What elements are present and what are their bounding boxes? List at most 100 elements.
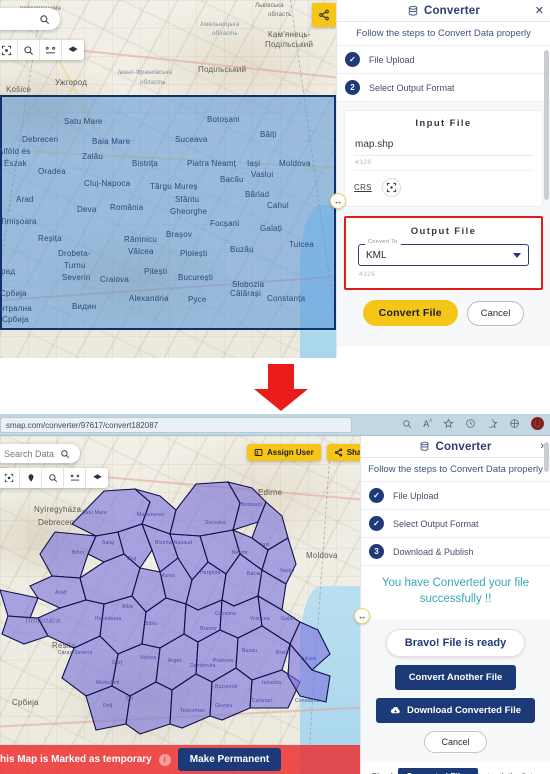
map-toolbar[interactable] bbox=[0, 40, 84, 60]
map-label: Észak bbox=[4, 159, 27, 168]
converter-header-bottom: Converter › bbox=[361, 436, 550, 458]
download-converted-file-button[interactable]: Download Converted File bbox=[375, 698, 535, 724]
download-actions: Bravo! File is ready Convert Another Fil… bbox=[361, 619, 550, 763]
map-toolbar-bottom[interactable] bbox=[0, 468, 108, 488]
map-label: Cluj-Napoca bbox=[84, 179, 131, 188]
step-label: File Upload bbox=[393, 490, 439, 501]
panel-resize-handle-bottom[interactable]: ↔ bbox=[354, 608, 370, 624]
cancel-button-bottom[interactable]: Cancel bbox=[424, 731, 487, 754]
zoom-icon[interactable] bbox=[402, 419, 412, 429]
map-label: Русе bbox=[188, 295, 207, 304]
extensions-icon[interactable] bbox=[509, 418, 520, 429]
search-icon[interactable] bbox=[18, 40, 40, 60]
map-label: Râmnicu bbox=[124, 235, 157, 244]
map-label: Piatra Neamț bbox=[187, 159, 237, 168]
down-arrow-head bbox=[254, 389, 308, 411]
map-label: Satu Mare bbox=[64, 117, 103, 126]
assign-user-label: Assign User bbox=[267, 448, 314, 457]
step-download-publish-bottom[interactable]: 3 Download & Publish bbox=[361, 538, 550, 566]
share-map-icon-button[interactable] bbox=[312, 3, 336, 27]
step-select-output-format-bottom[interactable]: ✓ Select Output Format bbox=[361, 510, 550, 538]
input-file-title: Input File bbox=[415, 118, 472, 129]
map-label: Bălți bbox=[260, 130, 277, 139]
converter-actions-top: Convert File Cancel bbox=[344, 300, 543, 326]
cloud-download-icon bbox=[390, 706, 401, 715]
map-label: Oradea bbox=[38, 167, 66, 176]
converter-subtitle-top: Follow the steps to Convert Data properl… bbox=[337, 22, 550, 46]
chevron-down-icon bbox=[513, 252, 521, 258]
history-icon[interactable] bbox=[465, 418, 476, 429]
converter-body-top: Input File map.shp 4326 CRS Output File … bbox=[337, 102, 550, 347]
download-converted-file-label: Download Converted File bbox=[406, 705, 521, 717]
convert-to-select[interactable]: KML bbox=[358, 244, 529, 266]
map-label: București bbox=[178, 273, 214, 282]
panel-scrollbar-top[interactable] bbox=[544, 50, 549, 200]
crop-target-icon[interactable] bbox=[381, 178, 401, 197]
step-badge: ✓ bbox=[345, 52, 360, 67]
map-label: Brașov bbox=[166, 230, 193, 239]
step-select-output-format-top[interactable]: 2 Select Output Format bbox=[337, 74, 550, 102]
search-input[interactable]: Data bbox=[0, 8, 60, 30]
read-aloud-icon[interactable]: Aᴬ bbox=[423, 419, 432, 429]
panel-resize-handle-top[interactable]: ↔ bbox=[330, 193, 346, 209]
input-file-card: Input File map.shp 4326 CRS bbox=[344, 110, 543, 207]
assign-user-button[interactable]: Assign User bbox=[247, 444, 321, 461]
convert-another-file-button[interactable]: Convert Another File bbox=[394, 665, 517, 691]
convert-file-button[interactable]: Convert File bbox=[362, 300, 458, 326]
map-label: Focșani bbox=[210, 219, 240, 228]
map-label: Turnu bbox=[64, 261, 86, 270]
map-label: Buzău bbox=[230, 245, 254, 254]
measure-icon[interactable] bbox=[64, 468, 86, 488]
map-selection-box[interactable]: Satu Mare Botoșani Baia Mare Bălți Debrecen Z… bbox=[0, 95, 336, 330]
step-label: Download & Publish bbox=[393, 546, 474, 557]
favorite-star-icon[interactable] bbox=[443, 418, 454, 429]
collections-icon[interactable] bbox=[487, 418, 498, 429]
database-icon bbox=[419, 441, 430, 452]
pin-icon[interactable] bbox=[20, 468, 42, 488]
address-bar[interactable]: smap.com/converter/97617/convert182087 bbox=[0, 417, 352, 433]
close-icon[interactable]: ✕ bbox=[535, 4, 544, 17]
map-label: Târgu Mureș bbox=[150, 182, 198, 191]
map-label: Arad bbox=[16, 195, 34, 204]
crosshair-icon[interactable] bbox=[0, 468, 20, 488]
map-label: Drobeta- bbox=[58, 249, 91, 258]
screenshot-root: Ужгород Košice Івано-Франківська область Под… bbox=[0, 0, 550, 774]
map-label: Călărași bbox=[230, 289, 261, 298]
temporary-map-banner: his Map is Marked as temporary i Make Pe… bbox=[0, 745, 360, 774]
search-icon[interactable] bbox=[42, 468, 64, 488]
map-label: Timișoara bbox=[0, 217, 37, 226]
layers-icon[interactable] bbox=[86, 468, 108, 488]
url-text: smap.com/converter/97617/convert182087 bbox=[6, 420, 159, 430]
search-input-bottom[interactable]: Search Data bbox=[0, 444, 80, 463]
map-label: Vâlcea bbox=[128, 247, 154, 256]
step-badge: 3 bbox=[369, 544, 384, 559]
map-label: Bistrița bbox=[132, 159, 159, 168]
step-badge: ✓ bbox=[369, 488, 384, 503]
crosshair-icon[interactable] bbox=[0, 40, 18, 60]
step-file-upload-bottom[interactable]: ✓ File Upload bbox=[361, 482, 550, 510]
converter-panel-top: Converter ✕ Follow the steps to Convert … bbox=[336, 0, 550, 358]
cancel-button[interactable]: Cancel bbox=[466, 300, 525, 326]
make-permanent-button[interactable]: Make Permanent bbox=[177, 748, 282, 771]
user-card-icon bbox=[254, 448, 263, 457]
converted-files-chip[interactable]: Converted Files bbox=[397, 768, 478, 774]
panel-scrollbar-bottom[interactable] bbox=[544, 442, 549, 472]
layers-icon[interactable] bbox=[62, 40, 84, 60]
step-label: File Upload bbox=[369, 54, 415, 65]
search-icon bbox=[39, 14, 50, 25]
map-label: Tulcea bbox=[289, 240, 314, 249]
output-file-epsg: 4326 bbox=[359, 271, 376, 278]
input-file-epsg: 4326 bbox=[354, 156, 533, 171]
search-input-placeholder-bottom: Search Data bbox=[4, 448, 55, 459]
info-icon[interactable]: i bbox=[158, 753, 171, 766]
browser-icons: Aᴬ U bbox=[402, 417, 544, 430]
romania-counties-layer[interactable] bbox=[0, 458, 360, 748]
converter-title-top: Converter bbox=[407, 5, 480, 17]
crs-link[interactable]: CRS bbox=[354, 183, 372, 192]
step-file-upload-top[interactable]: ✓ File Upload bbox=[337, 46, 550, 74]
map-label: Deva bbox=[77, 205, 97, 214]
measure-icon[interactable] bbox=[40, 40, 62, 60]
avatar[interactable]: U bbox=[531, 417, 544, 430]
map-label: Alexandria bbox=[129, 294, 169, 303]
map-label: Botoșani bbox=[207, 115, 240, 124]
